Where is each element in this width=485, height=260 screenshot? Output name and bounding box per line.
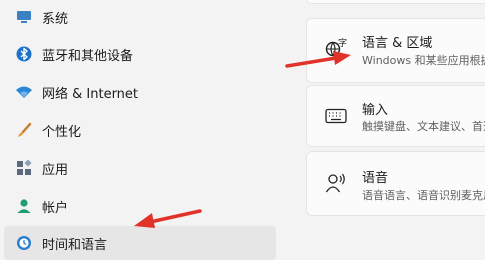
annotation-arrow-language	[285, 51, 351, 68]
